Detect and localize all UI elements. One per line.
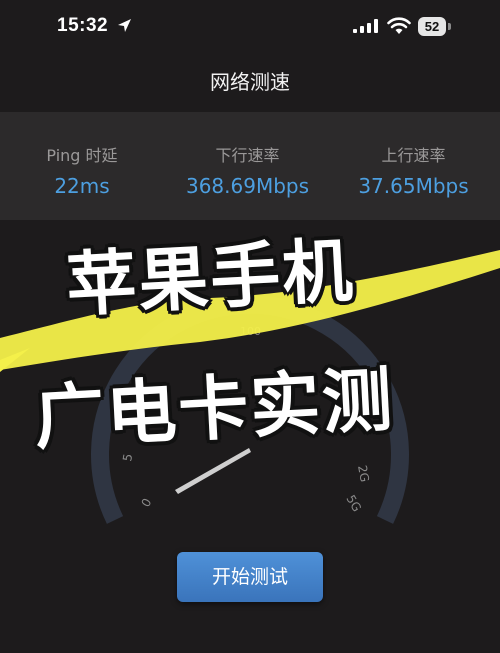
download-stat: 下行速率 368.69Mbps [170,142,325,198]
location-arrow-icon [118,19,131,32]
battery-indicator: 52 [418,17,451,36]
upload-label: 上行速率 [381,146,446,165]
gauge-tick-100: 100 [240,325,261,338]
battery-tip [448,23,451,30]
overlay-headline-1: 苹果手机 [64,229,357,327]
status-time: 15:32 [57,15,109,36]
ping-value: 22ms [54,174,110,198]
page-title: 网络测速 [210,70,290,94]
overlay-headline-2: 广电卡实测 [32,358,397,460]
gauge-tick-0: 0 [138,496,154,510]
ping-stat: Ping 时延 22ms [22,142,142,198]
ping-label: Ping 时延 [46,146,118,165]
download-value: 368.69Mbps [185,174,310,198]
start-test-button[interactable]: 开始测试 [177,552,323,602]
battery-level: 52 [418,17,446,36]
status-bar: 15:32 52 [0,0,500,56]
cellular-signal-icon [353,19,378,33]
gauge-tick-2g: 2G [355,464,372,483]
gauge-tick-5g: 5G [343,493,364,515]
upload-stat: 上行速率 37.65Mbps [345,142,482,198]
wifi-icon [387,17,411,34]
upload-value: 37.65Mbps [358,174,469,198]
speed-stats-panel: Ping 时延 22ms 下行速率 368.69Mbps 上行速率 37.65M… [0,112,500,220]
download-label: 下行速率 [215,146,280,165]
